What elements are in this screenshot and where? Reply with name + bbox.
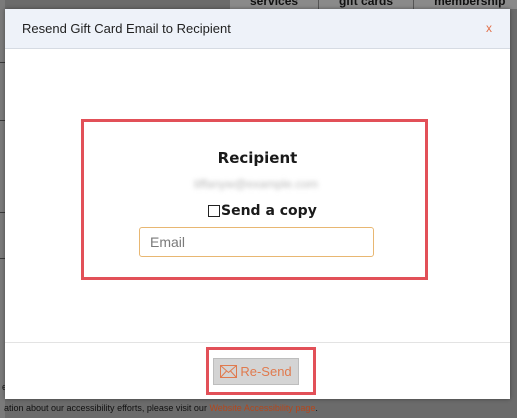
send-copy-checkbox[interactable]	[208, 205, 220, 217]
resend-label: Re-Send	[240, 364, 292, 379]
dialog-title: Resend Gift Card Email to Recipient	[22, 21, 231, 36]
close-button[interactable]: x	[486, 21, 492, 35]
dialog-header: Resend Gift Card Email to Recipient x	[5, 9, 510, 49]
resend-button[interactable]: Re-Send	[213, 358, 299, 385]
background-footer: ation about our accessibility efforts, p…	[0, 399, 517, 418]
nav-item-gift-cards: gift cards	[319, 0, 415, 9]
footer-text: ation about our accessibility efforts, p…	[4, 403, 207, 413]
dialog-footer-divider	[5, 342, 510, 343]
recipient-label: Recipient	[217, 149, 298, 167]
accessibility-link: Website Accessibility page	[209, 403, 316, 413]
send-copy-option[interactable]: Send a copy	[208, 202, 317, 220]
resend-gift-card-dialog: Resend Gift Card Email to Recipient x Re…	[5, 9, 510, 399]
nav-item-membership: membership	[414, 0, 517, 9]
send-copy-label: Send a copy	[221, 203, 317, 219]
nav-item-services: services	[230, 0, 320, 9]
envelope-icon	[220, 365, 238, 378]
background-nav: services gift cards membership Pa	[230, 0, 517, 9]
email-input[interactable]	[139, 227, 374, 257]
footer-text-end: .	[315, 403, 318, 413]
recipient-email: tiffanyw@example.com	[193, 177, 318, 191]
